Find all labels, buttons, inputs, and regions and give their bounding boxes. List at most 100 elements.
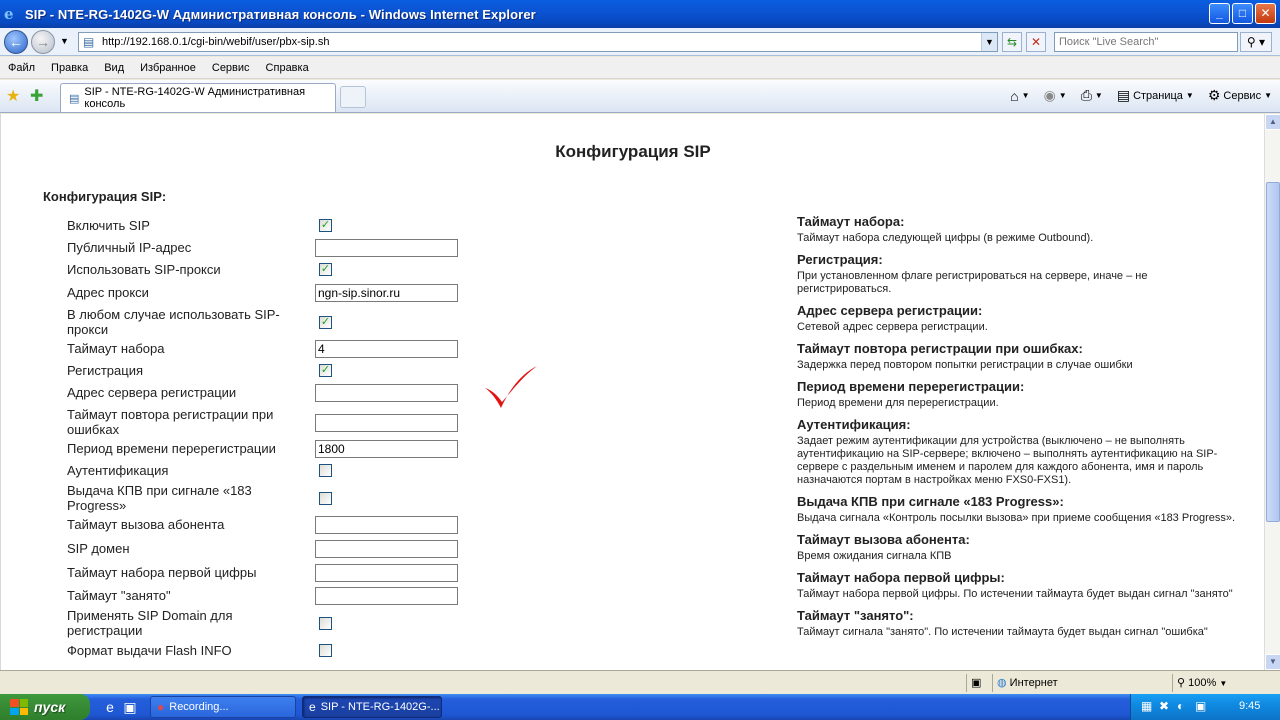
menu-help[interactable]: Справка <box>266 62 317 74</box>
field-label: Адрес сервера регистрации <box>67 385 237 400</box>
stop-button[interactable]: ✕ <box>1026 32 1046 52</box>
field-input[interactable] <box>315 587 458 605</box>
task-ie-icon: e <box>309 700 316 714</box>
security-center-icon[interactable]: ✖ <box>1159 699 1169 713</box>
field-input[interactable] <box>315 239 458 257</box>
help-item: Таймаут набора: Таймаут набора следующей … <box>797 214 1237 245</box>
scroll-thumb[interactable] <box>1266 182 1280 522</box>
section-title: Конфигурация SIP: <box>43 189 167 204</box>
zone-label: Интернет <box>1009 677 1058 689</box>
volume-icon[interactable]: ◐ <box>1177 699 1184 713</box>
field-input[interactable] <box>315 440 458 458</box>
quicklaunch-ie-icon[interactable]: e <box>102 699 118 715</box>
help-text: Выдача сигнала «Контроль посылки вызова»… <box>797 512 1236 524</box>
favorites-star-icon[interactable]: ★ <box>6 86 20 106</box>
navigation-bar: ← → ▼ ▤ http://192.168.0.1/cgi-bin/webif… <box>0 28 1280 56</box>
task-recording[interactable]: ● Recording... <box>150 696 296 718</box>
field-checkbox[interactable] <box>319 492 332 505</box>
field-input[interactable] <box>315 516 458 534</box>
menu-bar: Файл Правка Вид Избранное Сервис Справка <box>0 57 1280 79</box>
back-button[interactable]: ← <box>4 30 28 54</box>
help-text: Таймаут сигнала "занято". По истечении т… <box>797 626 1208 638</box>
scroll-down-icon[interactable]: ▼ <box>1265 654 1280 670</box>
field-label: Регистрация <box>67 363 143 378</box>
add-favorite-icon[interactable]: ✚ <box>30 86 43 106</box>
help-text: Сетевой адрес сервера регистрации. <box>797 321 988 333</box>
feeds-button[interactable]: ◉ ▼ <box>1044 87 1067 104</box>
page-menu[interactable]: ▤ Страница ▼ <box>1117 87 1194 104</box>
search-input[interactable]: Поиск "Live Search" <box>1054 32 1238 52</box>
task-ie-sip[interactable]: e SIP - NTE-RG-1402G-... <box>302 696 442 718</box>
field-checkbox[interactable]: ✓ <box>319 263 332 276</box>
taskbar: пуск e ▣ ● Recording... e SIP - NTE-RG-1… <box>0 694 1280 720</box>
window-title: SIP - NTE-RG-1402G-W Административная ко… <box>25 6 536 22</box>
field-label: Выдача КПВ при сигнале «183 Progress» <box>67 483 252 513</box>
zoom-dropdown-icon[interactable]: ▼ <box>1219 679 1227 688</box>
menu-favorites[interactable]: Избранное <box>140 62 204 74</box>
quicklaunch-desktop-icon[interactable]: ▣ <box>122 699 138 715</box>
field-input[interactable] <box>315 540 458 558</box>
print-button[interactable]: ⎙ ▼ <box>1081 87 1103 104</box>
help-title: Таймаут вызова абонента: <box>797 532 970 547</box>
help-text: Таймаут набора следующей цифры (в режиме… <box>797 232 1094 244</box>
tray-app-icon[interactable]: ▣ <box>1195 699 1206 713</box>
home-icon: ⌂ <box>1010 87 1019 104</box>
help-title: Таймаут "занято": <box>797 608 914 623</box>
command-bar: ⌂ ▼ ◉ ▼ ⎙ ▼ ▤ Страница ▼ ⚙ Сервис ▼ <box>1000 87 1272 104</box>
menu-edit[interactable]: Правка <box>51 62 96 74</box>
maximize-button[interactable]: □ <box>1232 3 1253 24</box>
field-checkbox[interactable]: ✓ <box>319 316 332 329</box>
field-checkbox[interactable] <box>319 464 332 477</box>
vertical-scrollbar[interactable]: ▲ ▼ <box>1264 114 1280 670</box>
help-item: Аутентификация: Задает режим аутентификац… <box>797 417 1237 487</box>
help-item: Период времени перерегистрации: Период вр… <box>797 379 1237 410</box>
help-text: Задает режим аутентификации для устройст… <box>797 435 1218 486</box>
field-input[interactable] <box>315 340 458 358</box>
address-bar[interactable]: ▤ http://192.168.0.1/cgi-bin/webif/user/… <box>78 32 998 52</box>
help-item: Выдача КПВ при сигнале «183 Progress»: Вы… <box>797 494 1237 525</box>
home-button[interactable]: ⌂ ▼ <box>1010 88 1029 104</box>
scroll-up-icon[interactable]: ▲ <box>1265 114 1280 130</box>
help-text: При установленном флаге регистрироваться… <box>797 270 1148 295</box>
search-icon[interactable]: ⚲ ▾ <box>1240 32 1272 52</box>
field-input[interactable] <box>315 564 458 582</box>
help-title: Таймаут набора: <box>797 214 905 229</box>
title-bar: e SIP - NTE-RG-1402G-W Административная … <box>0 0 1280 28</box>
help-title: Адрес сервера регистрации: <box>797 303 983 318</box>
minimize-button[interactable]: _ <box>1209 3 1230 24</box>
address-dropdown-icon[interactable]: ▼ <box>981 33 997 51</box>
refresh-button[interactable]: ⇆ <box>1002 32 1022 52</box>
field-label: Адрес прокси <box>67 285 149 300</box>
system-tray: ▦ ✖ ◐ ▣ 9:45 <box>1130 694 1280 720</box>
network-icon[interactable]: ▦ <box>1141 699 1152 713</box>
status-bar: ▣ ◍ Интернет ⚲ 100% ▼ <box>0 670 1280 694</box>
ie-logo-icon: e <box>4 5 14 23</box>
field-label: Использовать SIP-прокси <box>67 262 221 277</box>
field-input[interactable] <box>315 384 458 402</box>
field-input[interactable] <box>315 284 458 302</box>
close-button[interactable]: ✕ <box>1255 3 1276 24</box>
start-button[interactable]: пуск <box>0 694 90 720</box>
forward-button[interactable]: → <box>31 30 55 54</box>
help-panel: Таймаут набора: Таймаут набора следующей … <box>797 214 1237 646</box>
tab-sip[interactable]: ▤ SIP - NTE-RG-1402G-W Административная … <box>60 83 336 112</box>
zoom-control[interactable]: ⚲ 100% ▼ <box>1172 674 1272 692</box>
field-label: Публичный IP-адрес <box>67 240 192 255</box>
tools-menu[interactable]: ⚙ Сервис ▼ <box>1208 87 1272 104</box>
tab-label: SIP - NTE-RG-1402G-W Административная ко… <box>84 86 306 110</box>
field-label: Формат выдачи Flash INFO <box>67 643 232 658</box>
field-checkbox[interactable] <box>319 644 332 657</box>
menu-file[interactable]: Файл <box>8 62 43 74</box>
help-item: Таймаут повтора регистрации при ошибках:… <box>797 341 1237 372</box>
recording-icon: ● <box>157 700 165 714</box>
field-checkbox[interactable] <box>319 617 332 630</box>
menu-tools[interactable]: Сервис <box>212 62 258 74</box>
history-dropdown-icon[interactable]: ▼ <box>60 36 69 46</box>
zone-cell: ◍ Интернет <box>992 674 1172 692</box>
field-checkbox[interactable]: ✓ <box>319 364 332 377</box>
field-checkbox[interactable]: ✓ <box>319 219 332 232</box>
menu-view[interactable]: Вид <box>104 62 132 74</box>
new-tab-button[interactable] <box>340 86 366 108</box>
help-text: Период времени для перерегистрации. <box>797 397 999 409</box>
field-input[interactable] <box>315 414 458 432</box>
